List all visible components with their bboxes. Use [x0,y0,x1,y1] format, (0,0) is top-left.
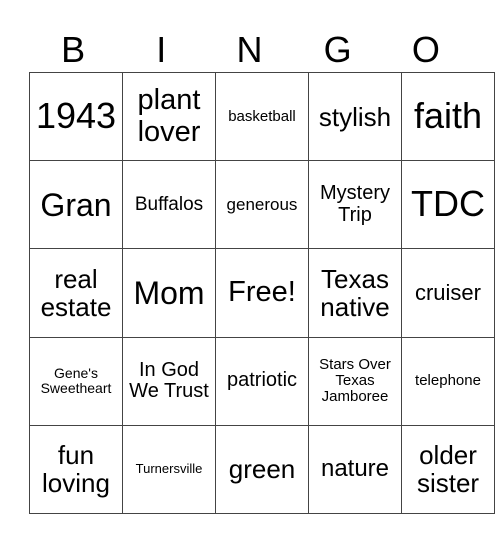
bingo-cell[interactable]: Gene's Sweetheart [29,336,123,426]
bingo-cell[interactable]: plant lover [122,71,216,162]
bingo-cell[interactable]: TDC [401,160,495,250]
bingo-row: Gran Buffalos generous Mystery Trip TDC [29,160,495,250]
bingo-cell[interactable]: telephone [401,336,495,426]
bingo-cell[interactable]: 1943 [29,71,123,162]
bingo-cell[interactable]: cruiser [401,248,495,338]
bingo-cell[interactable]: Mystery Trip [308,160,402,250]
bingo-row: Gene's Sweetheart In God We Trust patrio… [29,336,495,426]
bingo-row: 1943 plant lover basketball stylish fait… [29,71,495,162]
bingo-cell[interactable]: faith [401,71,495,162]
bingo-cell[interactable]: Stars Over Texas Jamboree [308,336,402,426]
bingo-cell[interactable]: real estate [29,248,123,338]
header-letter-o: O [411,29,440,70]
bingo-row: fun loving Turnersville green nature old… [29,424,495,515]
bingo-card: 1943 plant lover basketball stylish fait… [29,71,495,515]
header-letter-n: N [236,29,263,70]
bingo-cell[interactable]: older sister [401,424,495,515]
bingo-cell[interactable]: nature [308,424,402,515]
bingo-cell[interactable]: Gran [29,160,123,250]
bingo-cell[interactable]: Buffalos [122,160,216,250]
bingo-cell[interactable]: patriotic [215,336,309,426]
bingo-cell free-space[interactable]: Free! [215,248,309,338]
bingo-cell[interactable]: green [215,424,309,515]
bingo-cell[interactable]: generous [215,160,309,250]
bingo-cell[interactable]: basketball [215,71,309,162]
bingo-row: real estate Mom Free! Texas native cruis… [29,248,495,338]
header-letter-i: I [156,29,167,70]
bingo-cell[interactable]: Turnersville [122,424,216,515]
bingo-cell[interactable]: Mom [122,248,216,338]
header-letter-g: G [323,29,352,70]
bingo-cell[interactable]: Texas native [308,248,402,338]
bingo-cell[interactable]: fun loving [29,424,123,515]
header-letter-b: B [61,29,86,70]
bingo-cell[interactable]: In God We Trust [122,336,216,426]
bingo-header: B I N G O [29,28,470,72]
bingo-cell[interactable]: stylish [308,71,402,162]
